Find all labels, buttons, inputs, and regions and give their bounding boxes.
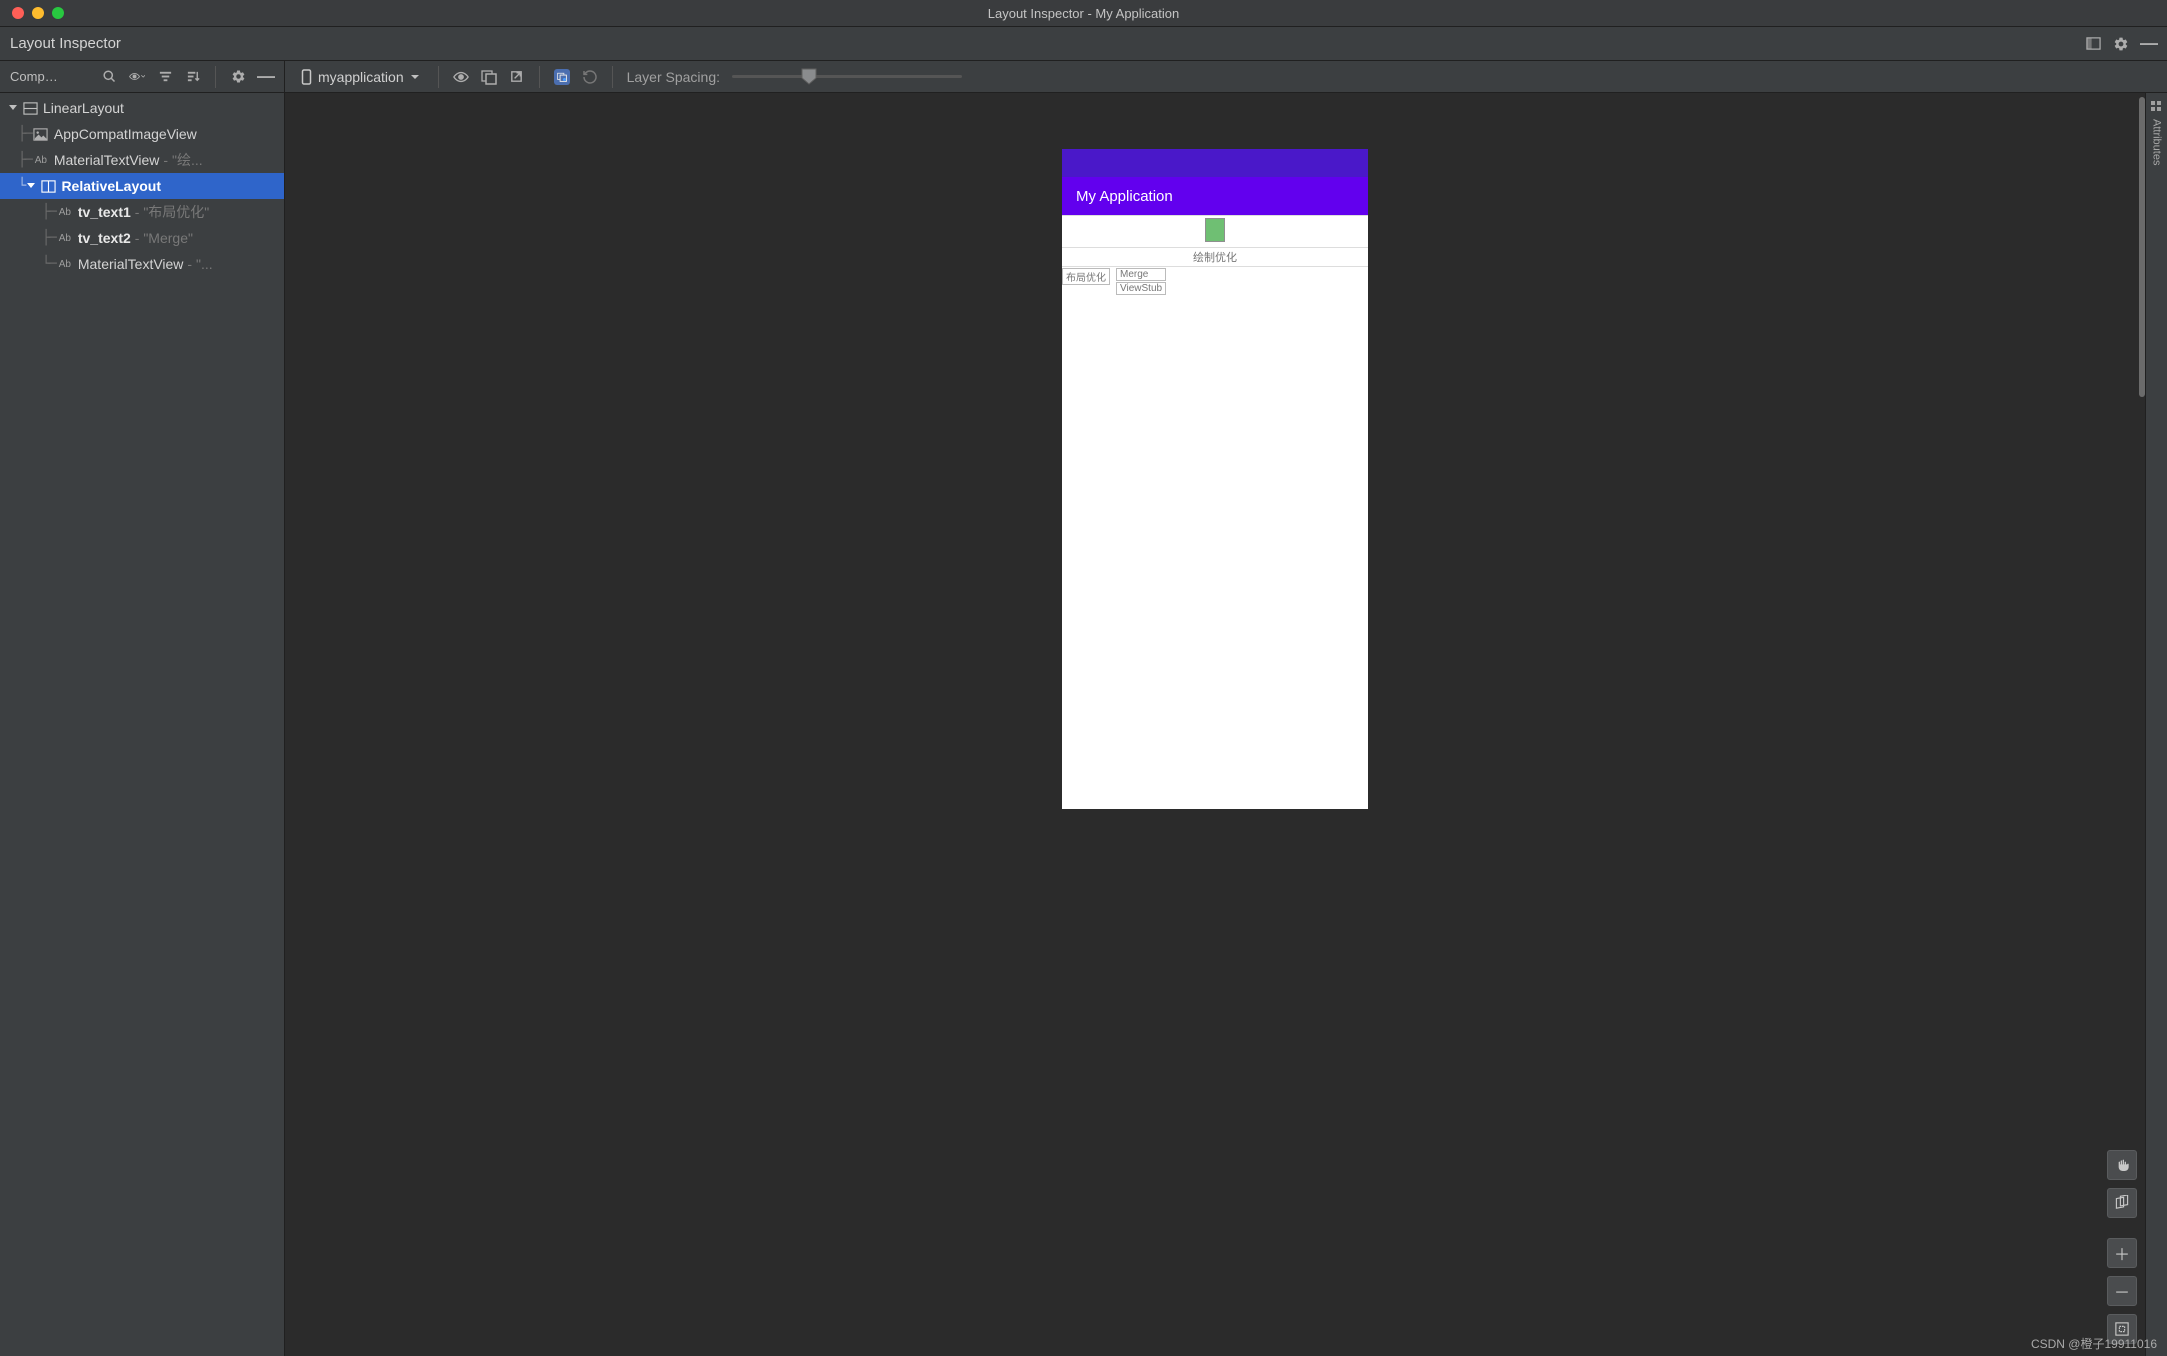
- eye-dropdown-icon[interactable]: [129, 69, 145, 85]
- tree-node-appcompatimageview[interactable]: ├─ AppCompatImageView: [0, 121, 284, 147]
- layout-canvas[interactable]: My Application 绘制优化 布局优化 Merge ViewStub: [285, 93, 2145, 1356]
- layers-3d-button[interactable]: [2107, 1188, 2137, 1218]
- close-window-button[interactable]: [12, 7, 24, 19]
- text-icon: Ab: [57, 230, 73, 246]
- eye-icon[interactable]: [453, 69, 469, 85]
- chevron-down-icon[interactable]: [24, 181, 38, 191]
- scrollbar-thumb[interactable]: [2139, 97, 2145, 397]
- component-tree-label: Compo...: [0, 69, 72, 84]
- attributes-label: Attributes: [2151, 119, 2163, 165]
- tree-node-tv-text2[interactable]: ├─ Ab tv_text2 - "Merge": [0, 225, 284, 251]
- tree-node-materialtextview-2[interactable]: └─ Ab MaterialTextView - "...: [0, 251, 284, 277]
- device-image-row: [1062, 215, 1368, 248]
- device-cell: ViewStub: [1116, 282, 1166, 295]
- live-updates-icon[interactable]: [554, 69, 570, 85]
- panel-header: Layout Inspector —: [0, 27, 2167, 61]
- node-label: tv_text1: [78, 204, 131, 220]
- window-title: Layout Inspector - My Application: [0, 6, 2167, 21]
- slider-thumb-icon[interactable]: [800, 67, 818, 85]
- window-controls: [0, 7, 64, 19]
- device-image-placeholder: [1205, 218, 1225, 242]
- node-label: AppCompatImageView: [54, 126, 197, 142]
- device-statusbar: [1062, 149, 1368, 177]
- tree-node-materialtextview-1[interactable]: ├─ Ab MaterialTextView - "绘...: [0, 147, 284, 173]
- process-name: myapplication: [318, 69, 404, 85]
- text-icon: Ab: [57, 256, 73, 272]
- collapse-tree-icon[interactable]: —: [258, 69, 274, 85]
- attributes-icon: [2151, 101, 2163, 113]
- device-preview[interactable]: My Application 绘制优化 布局优化 Merge ViewStub: [1062, 149, 1368, 809]
- device-label-row: 绘制优化: [1062, 248, 1368, 267]
- text-icon: Ab: [57, 204, 73, 220]
- filter-icon[interactable]: [157, 69, 173, 85]
- toolbar: Compo... —: [0, 61, 2167, 93]
- node-label: MaterialTextView: [78, 256, 184, 272]
- node-suffix: - "Merge": [135, 230, 193, 246]
- device-cell: Merge: [1116, 268, 1166, 281]
- image-icon: [33, 126, 49, 142]
- attributes-rail[interactable]: Attributes: [2145, 93, 2167, 1356]
- text-icon: Ab: [33, 152, 49, 168]
- node-label: RelativeLayout: [61, 178, 161, 194]
- device-icon: [301, 69, 312, 85]
- refresh-icon[interactable]: [582, 69, 598, 85]
- device-appbar: My Application: [1062, 177, 1368, 215]
- minimize-panel-icon[interactable]: —: [2141, 36, 2157, 52]
- layer-spacing-label: Layer Spacing:: [627, 69, 720, 85]
- tree-gear-icon[interactable]: [230, 69, 246, 85]
- process-selector[interactable]: myapplication: [297, 66, 424, 88]
- node-suffix: - "布局优化": [135, 202, 210, 222]
- node-label: MaterialTextView: [54, 152, 160, 168]
- canvas-tools: ＋ －: [2107, 1150, 2137, 1344]
- device-content-row: 布局优化 Merge ViewStub: [1062, 267, 1368, 295]
- tree-node-tv-text1[interactable]: ├─ Ab tv_text1 - "布局优化": [0, 199, 284, 225]
- chevron-down-icon[interactable]: [6, 103, 20, 113]
- node-label: LinearLayout: [43, 100, 124, 116]
- export-icon[interactable]: [509, 69, 525, 85]
- zoom-in-button[interactable]: ＋: [2107, 1238, 2137, 1268]
- device-cell: 布局优化: [1062, 268, 1110, 285]
- zoom-out-button[interactable]: －: [2107, 1276, 2137, 1306]
- gear-icon[interactable]: [2113, 36, 2129, 52]
- sort-icon[interactable]: [185, 69, 201, 85]
- tree-node-linearlayout[interactable]: LinearLayout: [0, 95, 284, 121]
- maximize-window-button[interactable]: [52, 7, 64, 19]
- dock-icon[interactable]: [2085, 36, 2101, 52]
- panel-title: Layout Inspector: [10, 35, 121, 52]
- pan-tool-button[interactable]: [2107, 1150, 2137, 1180]
- chevron-down-icon: [410, 72, 420, 82]
- layout-icon: [40, 178, 56, 194]
- minimize-window-button[interactable]: [32, 7, 44, 19]
- node-suffix: - "...: [187, 256, 212, 272]
- watermark: CSDN @橙子19911016: [2031, 1335, 2157, 1352]
- device-app-title: My Application: [1076, 188, 1173, 205]
- canvas-scrollbar[interactable]: [2139, 93, 2145, 1356]
- layout-icon: [22, 100, 38, 116]
- layer-spacing-slider[interactable]: [732, 75, 962, 78]
- search-icon[interactable]: [101, 69, 117, 85]
- node-suffix: - "绘...: [163, 150, 202, 170]
- component-tree-panel: LinearLayout ├─ AppCompatImageView ├─ Ab…: [0, 93, 285, 1356]
- tree-node-relativelayout[interactable]: └ RelativeLayout: [0, 173, 284, 199]
- snapshot-icon[interactable]: [481, 69, 497, 85]
- titlebar: Layout Inspector - My Application: [0, 0, 2167, 27]
- node-label: tv_text2: [78, 230, 131, 246]
